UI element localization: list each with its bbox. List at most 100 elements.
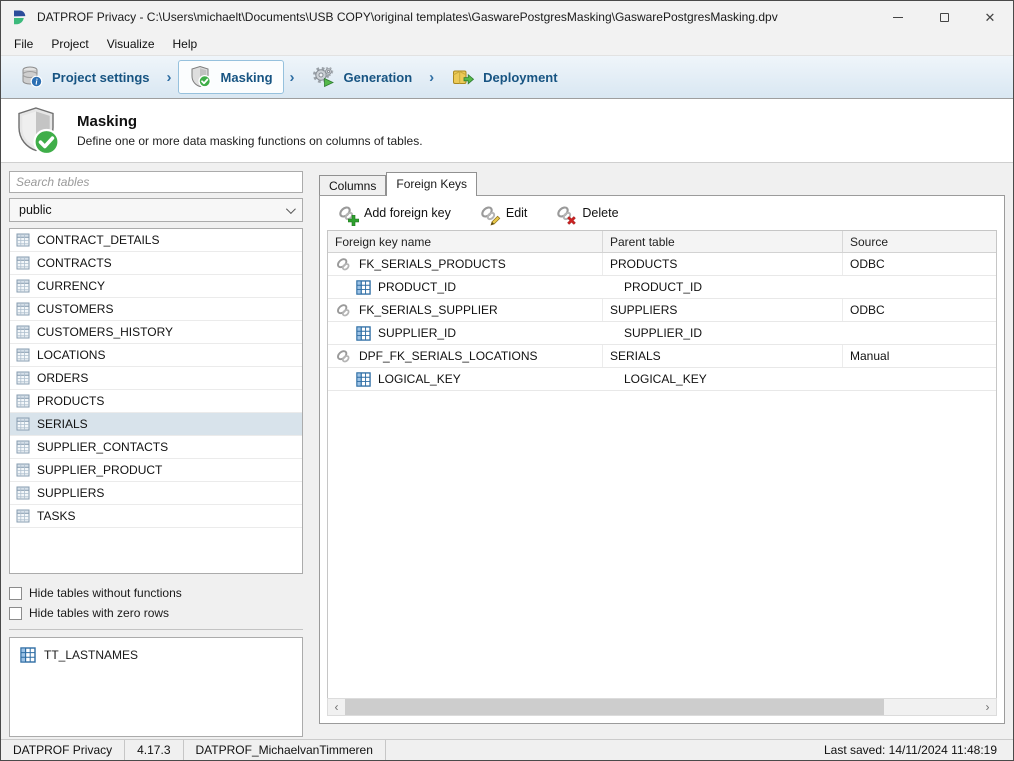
filter-hide-zero-rows[interactable]: Hide tables with zero rows: [9, 603, 303, 623]
minimize-icon: [893, 17, 903, 18]
foreign-key-row[interactable]: DPF_FK_SERIALS_LOCATIONS SERIALS Manual: [328, 345, 996, 368]
table-list-item[interactable]: CURRENCY: [10, 275, 302, 298]
menu-project[interactable]: Project: [42, 35, 97, 53]
temp-table-item[interactable]: TT_LASTNAMES: [10, 644, 302, 666]
checkbox-icon[interactable]: [9, 587, 22, 600]
table-name: PRODUCTS: [37, 394, 104, 408]
fk-source: ODBC: [850, 303, 885, 317]
table-list-item[interactable]: ORDERS: [10, 367, 302, 390]
close-icon: ✕: [985, 11, 996, 24]
table-list-item[interactable]: CONTRACTS: [10, 252, 302, 275]
fk-parent-table: PRODUCTS: [610, 257, 677, 271]
scroll-left-icon[interactable]: ‹: [328, 699, 345, 715]
table-list-item[interactable]: SUPPLIER_PRODUCT: [10, 459, 302, 482]
horizontal-scrollbar[interactable]: ‹ ›: [327, 698, 997, 716]
fk-source: ODBC: [850, 257, 885, 271]
table-icon: [16, 348, 30, 362]
wizard-separator-icon: ›: [284, 69, 301, 86]
wizard-step-label: Masking: [221, 70, 273, 85]
tab-strip: Columns Foreign Keys: [319, 171, 1005, 195]
scrollbar-track[interactable]: [345, 699, 979, 715]
toolbar-button-label: Add foreign key: [364, 206, 451, 220]
table-icon: [16, 325, 30, 339]
foreign-keys-table-header: Foreign key name Parent table Source: [328, 231, 996, 253]
table-filters: Hide tables without functions Hide table…: [9, 583, 303, 623]
foreign-key-column-row[interactable]: PRODUCT_ID PRODUCT_ID: [328, 276, 996, 299]
minimize-button[interactable]: [875, 1, 921, 33]
app-window: DATPROF Privacy - C:\Users\michaelt\Docu…: [0, 0, 1014, 761]
tab-columns[interactable]: Columns: [319, 175, 386, 195]
table-icon: [16, 486, 30, 500]
edit-foreign-key-button[interactable]: Edit: [472, 200, 539, 227]
checkbox-icon[interactable]: [9, 607, 22, 620]
main-area: public CONTRACT_DETAILS CONTRACTS CURREN…: [1, 163, 1013, 739]
column-table-icon: [356, 280, 371, 295]
table-empty-area: [328, 391, 996, 698]
menu-file[interactable]: File: [5, 35, 42, 53]
toolbar-button-label: Edit: [506, 206, 528, 220]
foreign-key-row[interactable]: FK_SERIALS_PRODUCTS PRODUCTS ODBC: [328, 253, 996, 276]
foreign-key-icon: [335, 256, 352, 273]
foreign-key-row[interactable]: FK_SERIALS_SUPPLIER SUPPLIERS ODBC: [328, 299, 996, 322]
tab-foreign-keys[interactable]: Foreign Keys: [386, 172, 477, 196]
table-list-item[interactable]: LOCATIONS: [10, 344, 302, 367]
column-header-parent-table[interactable]: Parent table: [603, 231, 843, 252]
table-name: LOCATIONS: [37, 348, 105, 362]
wizard-step-project-settings[interactable]: i Project settings: [9, 60, 161, 94]
table-name: ORDERS: [37, 371, 88, 385]
gears-icon: [312, 65, 336, 89]
menu-help[interactable]: Help: [164, 35, 207, 53]
table-list-item[interactable]: CUSTOMERS: [10, 298, 302, 321]
delete-foreign-key-button[interactable]: Delete: [548, 200, 629, 227]
fk-parent-column: LOGICAL_KEY: [624, 372, 707, 386]
table-list-item-selected[interactable]: SERIALS: [10, 413, 302, 436]
wizard-step-label: Generation: [344, 70, 413, 85]
foreign-key-column-row[interactable]: SUPPLIER_ID SUPPLIER_ID: [328, 322, 996, 345]
table-list-item[interactable]: CONTRACT_DETAILS: [10, 229, 302, 252]
maximize-button[interactable]: [921, 1, 967, 33]
window-title: DATPROF Privacy - C:\Users\michaelt\Docu…: [37, 10, 875, 24]
table-list-item[interactable]: SUPPLIERS: [10, 482, 302, 505]
chevron-down-icon: [286, 204, 296, 214]
status-bar: DATPROF Privacy 4.17.3 DATPROF_Michaelva…: [1, 739, 1013, 760]
schema-dropdown[interactable]: public: [9, 198, 303, 222]
wizard-separator-icon: ›: [161, 69, 178, 86]
foreign-keys-table: Foreign key name Parent table Source FK_…: [327, 230, 997, 698]
wizard-step-masking[interactable]: Masking: [178, 60, 284, 94]
table-list-item[interactable]: CUSTOMERS_HISTORY: [10, 321, 302, 344]
fk-name: DPF_FK_SERIALS_LOCATIONS: [359, 349, 538, 363]
table-name: CONTRACTS: [37, 256, 112, 270]
filter-hide-without-functions[interactable]: Hide tables without functions: [9, 583, 303, 603]
wizard-step-generation[interactable]: Generation: [301, 60, 424, 94]
temp-tables-list: TT_LASTNAMES: [9, 637, 303, 737]
status-version: 4.17.3: [125, 740, 183, 760]
wizard-separator-icon: ›: [423, 69, 440, 86]
wizard-step-label: Project settings: [52, 70, 150, 85]
close-button[interactable]: ✕: [967, 1, 1013, 33]
column-header-foreign-key-name[interactable]: Foreign key name: [328, 231, 603, 252]
foreign-key-icon: [335, 348, 352, 365]
table-list-item[interactable]: SUPPLIER_CONTACTS: [10, 436, 302, 459]
column-table-icon: [356, 372, 371, 387]
status-last-saved: Last saved: 14/11/2024 11:48:19: [814, 743, 1007, 757]
table-list-item[interactable]: PRODUCTS: [10, 390, 302, 413]
search-tables-input[interactable]: [9, 171, 303, 193]
table-list-item[interactable]: TASKS: [10, 505, 302, 528]
foreign-key-column-row[interactable]: LOGICAL_KEY LOGICAL_KEY: [328, 368, 996, 391]
table-icon: [16, 440, 30, 454]
column-header-source[interactable]: Source: [843, 231, 996, 252]
menu-bar: File Project Visualize Help: [1, 33, 1013, 55]
table-name: SERIALS: [37, 417, 88, 431]
status-app-name: DATPROF Privacy: [1, 740, 125, 760]
table-name: CURRENCY: [37, 279, 105, 293]
add-foreign-key-button[interactable]: Add foreign key: [330, 200, 462, 227]
schema-dropdown-value: public: [19, 203, 52, 217]
masking-shield-icon: [11, 105, 63, 157]
scrollbar-thumb[interactable]: [345, 699, 884, 715]
table-name: SUPPLIER_PRODUCT: [37, 463, 162, 477]
scroll-right-icon[interactable]: ›: [979, 699, 996, 715]
fk-name: FK_SERIALS_SUPPLIER: [359, 303, 498, 317]
wizard-bar: i Project settings › Masking ›: [1, 55, 1013, 99]
menu-visualize[interactable]: Visualize: [98, 35, 164, 53]
wizard-step-deployment[interactable]: Deployment: [440, 60, 568, 94]
